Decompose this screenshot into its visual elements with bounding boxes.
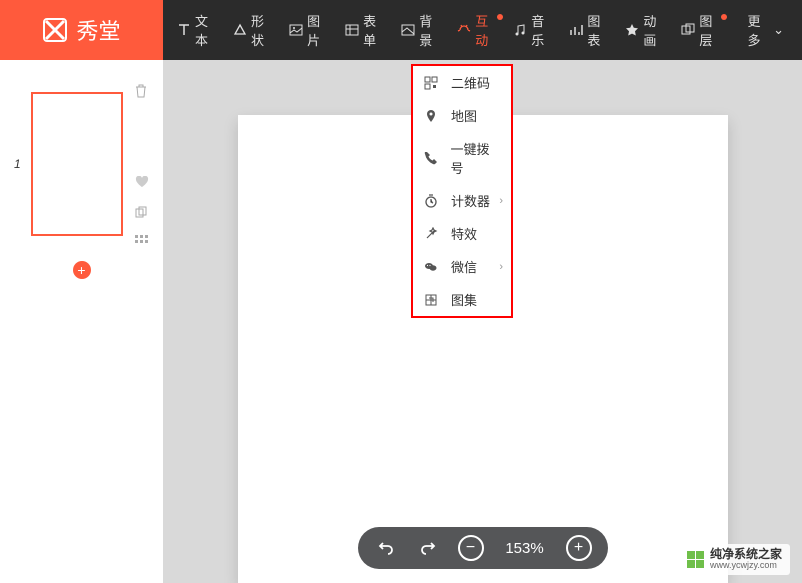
grid-icon[interactable] <box>135 235 149 243</box>
wand-icon <box>423 226 439 242</box>
dropdown-item-map[interactable]: 地图 <box>413 99 511 132</box>
background-icon <box>401 22 415 38</box>
watermark-logo-icon <box>687 551 704 568</box>
copy-icon[interactable] <box>135 205 149 221</box>
tool-layer[interactable]: 图层 <box>673 0 729 60</box>
tool-image[interactable]: 图片 <box>281 0 337 60</box>
qrcode-icon <box>423 75 439 91</box>
gallery-icon <box>423 292 439 308</box>
chevron-right-icon: › <box>499 261 503 273</box>
undo-button[interactable] <box>374 536 398 560</box>
tool-interact[interactable]: 互动 <box>449 0 505 60</box>
dropdown-item-effect[interactable]: 特效 <box>413 217 511 250</box>
notification-dot <box>721 14 727 20</box>
dropdown-item-qrcode[interactable]: 二维码 <box>413 66 511 99</box>
brand-logo[interactable]: 秀堂 <box>0 0 163 60</box>
redo-button[interactable] <box>416 536 440 560</box>
chevron-down-icon: ⌄ <box>773 22 784 38</box>
page-thumbnail[interactable] <box>31 92 123 236</box>
tool-text[interactable]: 文本 <box>169 0 225 60</box>
dropdown-item-gallery[interactable]: 图集 <box>413 283 511 316</box>
timer-icon <box>423 193 439 209</box>
image-icon <box>289 22 303 38</box>
map-pin-icon <box>423 108 439 124</box>
music-icon <box>513 22 527 38</box>
interact-icon <box>457 22 471 38</box>
form-icon <box>345 22 359 38</box>
more-menu[interactable]: 更多 ⌄ <box>730 11 802 49</box>
watermark: 纯净系统之家 www.ycwjzy.com <box>679 544 790 575</box>
phone-icon <box>423 150 439 166</box>
tool-chart[interactable]: 图表 <box>561 0 617 60</box>
brand-icon <box>42 17 68 43</box>
text-icon <box>177 22 191 38</box>
add-page-button[interactable]: + <box>73 261 91 279</box>
zoom-controls: − 153% + <box>358 527 608 569</box>
page-sidebar: 1 + <box>0 60 163 583</box>
brand-text: 秀堂 <box>76 14 120 46</box>
favorite-icon[interactable] <box>135 175 149 191</box>
page-number: 1 <box>14 157 21 171</box>
zoom-out-button[interactable]: − <box>458 535 484 561</box>
watermark-url: www.ycwjzy.com <box>710 561 782 571</box>
dropdown-item-dial[interactable]: 一键拨号 <box>413 132 511 184</box>
chart-icon <box>569 22 583 38</box>
tool-shape[interactable]: 形状 <box>225 0 281 60</box>
shape-icon <box>233 22 247 38</box>
tool-music[interactable]: 音乐 <box>505 0 561 60</box>
tool-background[interactable]: 背景 <box>393 0 449 60</box>
zoom-in-button[interactable]: + <box>566 535 592 561</box>
chevron-right-icon: › <box>499 195 503 207</box>
layer-icon <box>681 22 695 38</box>
zoom-level: 153% <box>502 540 548 557</box>
notification-dot <box>497 14 503 20</box>
tool-form[interactable]: 表单 <box>337 0 393 60</box>
dropdown-item-counter[interactable]: 计数器 › <box>413 184 511 217</box>
interact-dropdown: 二维码 地图 一键拨号 计数器 › 特效 微信 › 图集 <box>411 64 513 318</box>
wechat-icon <box>423 259 439 275</box>
tool-animation[interactable]: 动画 <box>617 0 673 60</box>
delete-icon[interactable] <box>135 84 149 101</box>
dropdown-item-wechat[interactable]: 微信 › <box>413 250 511 283</box>
star-icon <box>625 22 639 38</box>
